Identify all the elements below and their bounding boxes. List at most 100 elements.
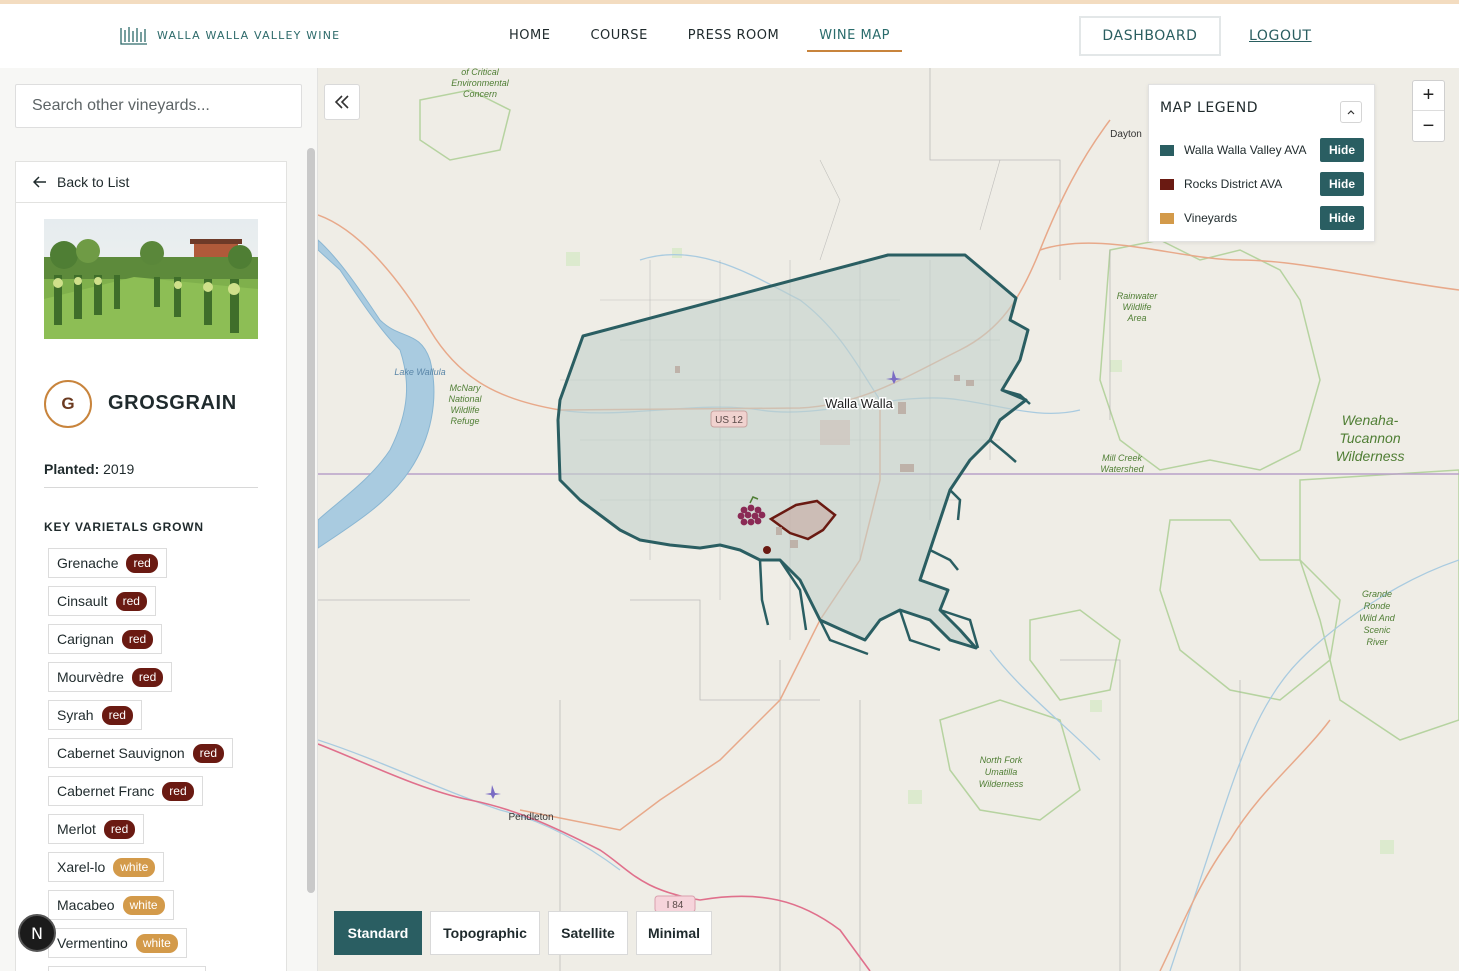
minus-icon: −: [1422, 114, 1435, 137]
zoom-in-button[interactable]: +: [1413, 81, 1444, 111]
divider: [44, 487, 258, 488]
grande-ronde-label: Scenic: [1363, 625, 1391, 635]
varietal-chip: Cabernet Franc red: [48, 776, 203, 806]
varietal-name: Cabernet Franc: [57, 783, 155, 799]
hide-rocks-district-ava-button[interactable]: Hide: [1320, 172, 1364, 196]
legend-label: Walla Walla Valley AVA: [1184, 143, 1307, 157]
sidebar: Back to List: [0, 68, 318, 971]
legend-label: Rocks District AVA: [1184, 177, 1283, 191]
varietal-chip: Mourvèdre red: [48, 662, 173, 692]
varietal-name: Cabernet Sauvignon: [57, 745, 185, 761]
varietal-chip: Grenache red: [48, 548, 167, 578]
nav-course[interactable]: COURSE: [590, 28, 647, 52]
wenaha-label: Tucannon: [1339, 430, 1400, 446]
arrow-left-icon: [33, 176, 46, 188]
sidebar-scrollbar[interactable]: [307, 148, 315, 893]
mcnary-label: Refuge: [450, 416, 479, 426]
varietal-name: Vermentino: [57, 935, 128, 951]
legend-item-vineyards: Vineyards Hide: [1160, 206, 1364, 230]
varietal-chip: Merlot red: [48, 814, 145, 844]
legend-item-rocks-district-ava: Rocks District AVA Hide: [1160, 172, 1364, 196]
vineyard-initial-badge: G: [44, 380, 92, 428]
grande-ronde-label: River: [1366, 637, 1388, 647]
varietal-chip-partial: [48, 966, 206, 971]
varietal-name: Syrah: [57, 707, 94, 723]
brand-name: WALLA WALLA VALLEY WINE: [157, 28, 341, 42]
map-style-standard-button[interactable]: Standard: [334, 911, 422, 955]
lake-wallula-label: Lake Wallula: [394, 367, 445, 377]
varietal-name: Mourvèdre: [57, 669, 124, 685]
nav-wine-map[interactable]: WINE MAP: [807, 28, 902, 52]
chevron-up-icon: [1347, 110, 1355, 115]
varietal-name: Merlot: [57, 821, 96, 837]
vineyard-name: GROSGRAIN: [108, 392, 237, 414]
varietal-name: Xarel-lo: [57, 859, 106, 875]
varietal-chip: Xarel-lo white: [48, 852, 165, 882]
us12-label: US 12: [715, 415, 743, 426]
i84-label: I 84: [667, 900, 684, 911]
mill-creek-label: Mill Creek: [1102, 453, 1143, 463]
back-label: Back to List: [57, 174, 130, 190]
rainwater-label: Area: [1126, 313, 1146, 323]
nav-home[interactable]: HOME: [509, 28, 550, 52]
north-fork-label: North Fork: [980, 755, 1023, 765]
varietal-chip: Cinsault red: [48, 586, 156, 616]
varietal-type-tag: red: [162, 781, 194, 801]
varietal-chip: Macabeo white: [48, 890, 174, 920]
site-header: WALLA WALLA VALLEY WINE HOME COURSE PRES…: [0, 4, 1459, 68]
varietal-type-tag: red: [115, 591, 147, 611]
dev-tools-badge[interactable]: N: [18, 914, 56, 952]
dashboard-button[interactable]: DASHBOARD: [1079, 16, 1221, 56]
rainwater-label: Wildlife: [1123, 302, 1152, 312]
legend-title: MAP LEGEND: [1160, 100, 1259, 116]
collapse-sidebar-button[interactable]: [324, 84, 360, 120]
main-nav: HOME COURSE PRESS ROOM WINE MAP: [509, 28, 930, 52]
map-style-minimal-button[interactable]: Minimal: [636, 911, 712, 955]
us12-shield: US 12: [710, 410, 748, 428]
vineyard-search-input[interactable]: [15, 84, 302, 128]
planted-year: 2019: [103, 461, 135, 477]
map-style-switcher: Standard Topographic Satellite Minimal: [334, 911, 720, 955]
zoom-control: + −: [1412, 80, 1445, 142]
vineyard-photo: [44, 219, 258, 339]
legend-swatch: [1160, 178, 1174, 190]
legend-collapse-button[interactable]: [1340, 101, 1362, 123]
logout-link[interactable]: LOGOUT: [1249, 28, 1312, 44]
varietal-chip: Cabernet Sauvignon red: [48, 738, 233, 768]
grande-ronde-label: Wild And: [1359, 613, 1396, 623]
mcnary-label: National: [448, 394, 482, 404]
varietal-name: Macabeo: [57, 897, 115, 913]
map-style-topographic-button[interactable]: Topographic: [430, 911, 540, 955]
legend-item-walla-walla-ava: Walla Walla Valley AVA Hide: [1160, 138, 1364, 162]
planted-info: Planted: 2019: [44, 461, 134, 477]
varietal-name: Carignan: [57, 631, 114, 647]
nav-press-room[interactable]: PRESS ROOM: [688, 28, 779, 52]
back-to-list-button[interactable]: Back to List: [16, 162, 286, 203]
wenaha-label: Wenaha-: [1342, 412, 1399, 428]
critical-area-label: Environmental: [451, 78, 510, 88]
varietal-type-tag: red: [131, 667, 164, 687]
mcnary-label: McNary: [450, 383, 481, 393]
zoom-out-button[interactable]: −: [1413, 111, 1444, 141]
varietals-heading: KEY VARIETALS GROWN: [44, 520, 204, 534]
rainwater-label: Rainwater: [1117, 291, 1159, 301]
dayton-label: Dayton: [1110, 129, 1142, 140]
walla-walla-label: Walla Walla: [825, 396, 893, 411]
brand-logo[interactable]: WALLA WALLA VALLEY WINE: [119, 24, 340, 46]
varietal-chip: Syrah red: [48, 700, 142, 730]
varietal-chip: Vermentino white: [48, 928, 187, 958]
i84-shield: I 84: [654, 895, 696, 913]
legend-swatch: [1160, 212, 1174, 224]
critical-area-label: of Critical: [461, 68, 500, 77]
varietal-type-tag: white: [113, 857, 156, 877]
varietal-type-tag: red: [126, 553, 158, 573]
grande-ronde-label: Grande: [1362, 589, 1392, 599]
varietal-chip: Carignan red: [48, 624, 163, 654]
mcnary-label: Wildlife: [451, 405, 480, 415]
hide-vineyards-button[interactable]: Hide: [1320, 206, 1364, 230]
map-style-satellite-button[interactable]: Satellite: [548, 911, 628, 955]
varietal-type-tag: red: [101, 705, 133, 725]
wenaha-label: Wilderness: [1335, 448, 1404, 464]
double-chevron-left-icon: [334, 95, 349, 109]
hide-walla-walla-ava-button[interactable]: Hide: [1320, 138, 1364, 162]
